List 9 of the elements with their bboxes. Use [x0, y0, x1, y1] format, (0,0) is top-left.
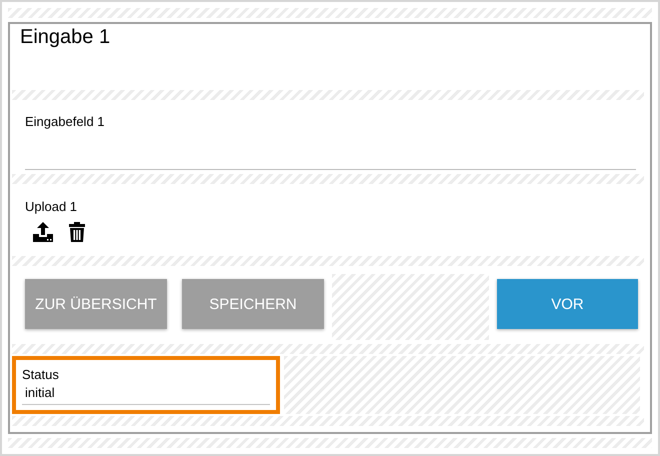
- upload-icon[interactable]: [31, 220, 55, 244]
- field-label: Eingabefeld 1: [25, 114, 106, 129]
- status-value: initial: [22, 382, 270, 405]
- action-button[interactable]: ZUR ÜBERSICHT: [25, 279, 167, 329]
- action-button[interactable]: SPEICHERN: [182, 279, 324, 329]
- next-button[interactable]: VOR: [497, 279, 638, 329]
- panel-title: Eingabe 1: [20, 26, 110, 48]
- upload-label: Upload 1: [25, 199, 78, 214]
- status-label: Status: [22, 367, 60, 382]
